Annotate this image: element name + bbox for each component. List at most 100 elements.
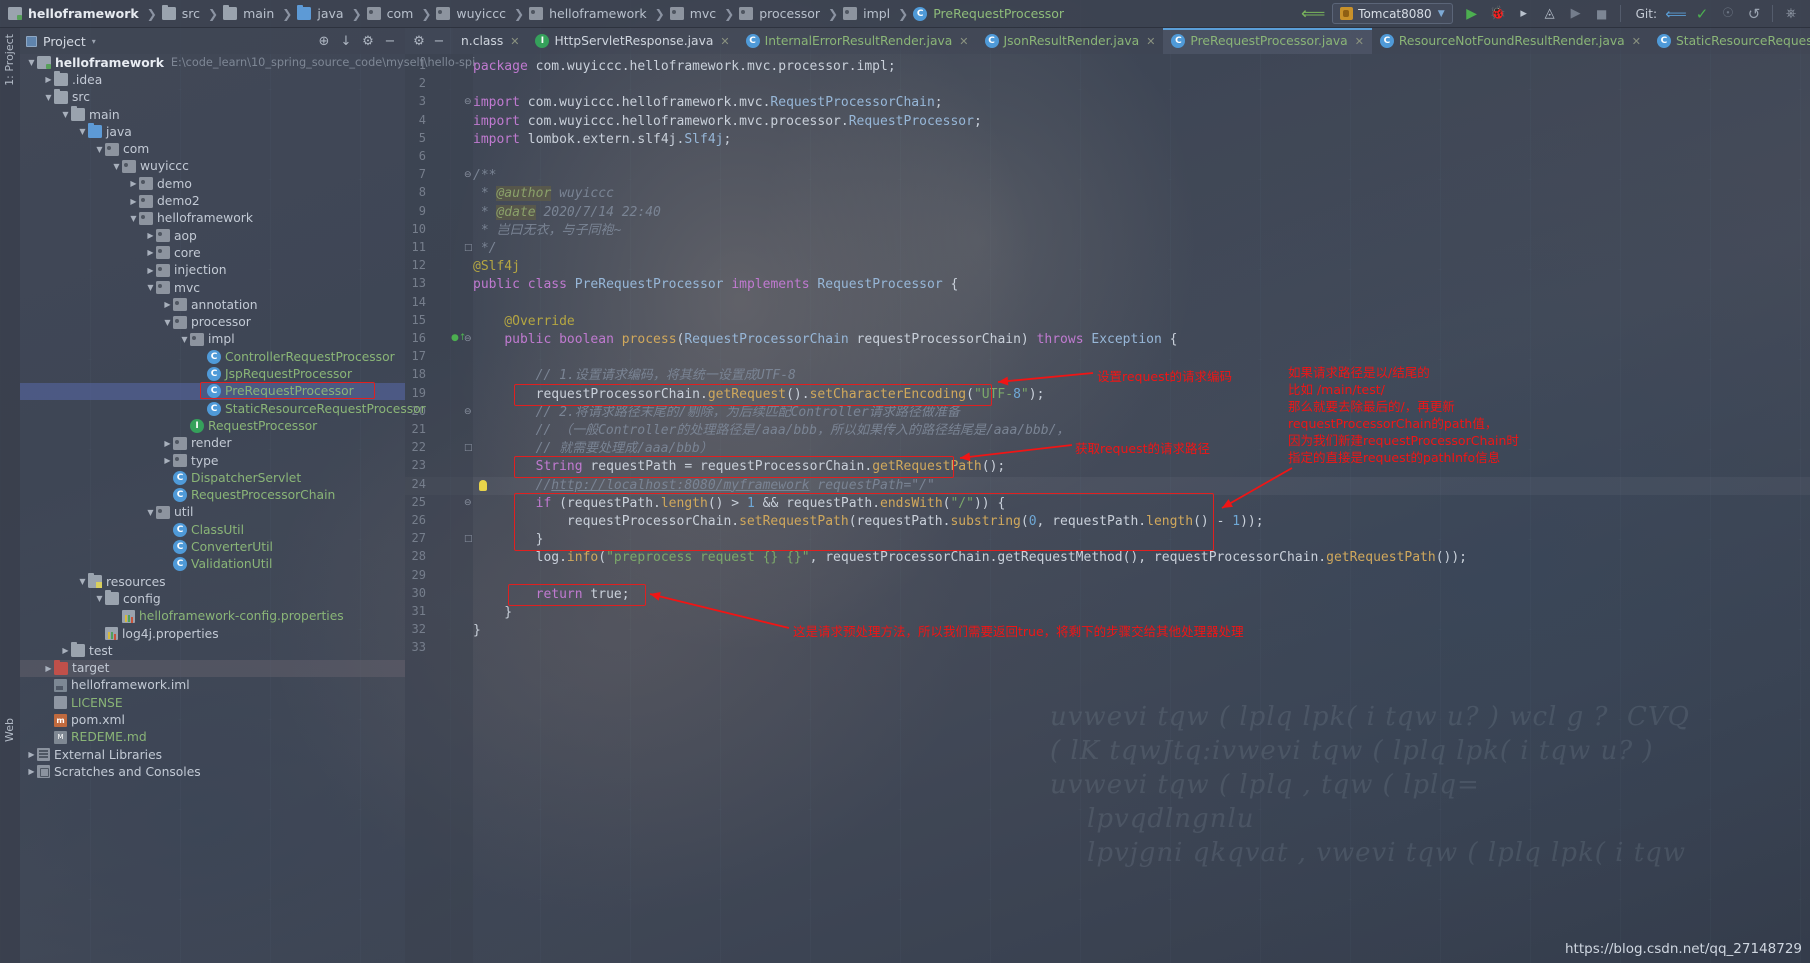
close-icon[interactable]: ✕ xyxy=(510,35,519,48)
chevron-down-icon[interactable]: ▼ xyxy=(145,508,156,517)
tree-item-processor[interactable]: ▼ processor xyxy=(20,314,405,331)
breadcrumb-item-helloframework[interactable]: helloframework xyxy=(527,0,652,28)
git-revert-icon[interactable]: ↺ xyxy=(1742,2,1766,26)
breadcrumb-item-src[interactable]: src xyxy=(160,0,205,28)
close-icon[interactable]: ✕ xyxy=(720,35,729,48)
tree-item-classutil[interactable]: ▶C ClassUtil xyxy=(20,521,405,538)
chevron-right-icon[interactable]: ▶ xyxy=(162,456,173,465)
tree-item-core[interactable]: ▶ core xyxy=(20,244,405,261)
breadcrumb-item-prerequestprocessor[interactable]: C PreRequestProcessor xyxy=(911,0,1069,28)
chevron-down-icon[interactable]: ▼ xyxy=(94,145,105,154)
tree-item-redeme-md[interactable]: ▶M REDEME.md xyxy=(20,729,405,746)
breadcrumb-item-com[interactable]: com xyxy=(365,0,419,28)
tree-item-helloframework[interactable]: ▼ helloframework E:\code_learn\10_spring_s… xyxy=(20,54,475,71)
tree-item-prerequestprocessor[interactable]: ▶C PreRequestProcessor xyxy=(20,382,405,400)
hide-panel-icon[interactable]: − xyxy=(379,30,401,52)
breadcrumb-item-java[interactable]: java xyxy=(295,0,348,28)
tree-item-com[interactable]: ▼ com xyxy=(20,141,405,158)
tree-item-log4j-properties[interactable]: ▶ log4j.properties xyxy=(20,625,405,642)
chevron-down-icon[interactable]: ▼ xyxy=(145,283,156,292)
tree-item-license[interactable]: ▶ LICENSE xyxy=(20,694,405,711)
tree-item-util[interactable]: ▼ util xyxy=(20,504,405,521)
editor-gutter[interactable]: 1 2 3 4 5 6 7 8 9 10 11 12 13 14 15 16 17 18 19 20 21 22 23 24 2… xyxy=(405,54,473,963)
tree-item-scratches-and-consoles[interactable]: ▶ Scratches and Consoles xyxy=(20,763,405,780)
back-arrow-icon[interactable]: ⟸ xyxy=(1301,2,1325,26)
chevron-down-icon[interactable]: ▼ xyxy=(179,335,190,344)
tree-item-type[interactable]: ▶ type xyxy=(20,452,405,469)
tree-item-helloframework[interactable]: ▼ helloframework xyxy=(20,210,405,227)
settings-gear-icon[interactable]: ⚙ xyxy=(357,30,379,52)
close-icon[interactable]: ✕ xyxy=(1355,35,1364,48)
tree-item-requestprocessor[interactable]: ▶I RequestProcessor xyxy=(20,417,405,434)
rail-item-web[interactable]: Web xyxy=(3,718,16,742)
editor-tab-jsonresultrender-java[interactable]: C JsonResultRender.java ✕ xyxy=(976,28,1164,54)
code-fold-marker[interactable]: ⊖ xyxy=(464,407,472,417)
tree-item-main[interactable]: ▼ main xyxy=(20,106,405,123)
tree-item-pom-xml[interactable]: ▶m pom.xml xyxy=(20,711,405,728)
chevron-right-icon[interactable]: ▶ xyxy=(26,767,37,776)
chevron-right-icon[interactable]: ▶ xyxy=(162,439,173,448)
breadcrumb-item-helloframework[interactable]: helloframework xyxy=(6,0,144,28)
profile-icon[interactable]: ◬ xyxy=(1538,2,1562,26)
chevron-down-icon[interactable]: ▼ xyxy=(128,214,139,223)
breadcrumb-item-mvc[interactable]: mvc xyxy=(668,0,721,28)
debug-icon[interactable]: 🐞 xyxy=(1486,2,1510,26)
tree-item--idea[interactable]: ▶ .idea xyxy=(20,71,405,88)
chevron-right-icon[interactable]: ▶ xyxy=(26,750,37,759)
editor-tab-httpservletresponse-java[interactable]: I HttpServletResponse.java ✕ xyxy=(527,28,738,54)
editor-tab-resourcenotfoundresultrender-java[interactable]: C ResourceNotFoundResultRender.java ✕ xyxy=(1371,28,1649,54)
editor-tab-n-class[interactable]: n.class ✕ xyxy=(453,28,528,54)
editor-tab-internalerrorresultrender-java[interactable]: C InternalErrorResultRender.java ✕ xyxy=(737,28,977,54)
tree-item-demo[interactable]: ▶ demo xyxy=(20,175,405,192)
git-branch-icon[interactable]: ⎈ xyxy=(1779,2,1803,26)
chevron-down-icon[interactable]: ▼ xyxy=(94,594,105,603)
collapse-all-icon[interactable]: ↓ xyxy=(335,30,357,52)
code-fold-marker[interactable]: ⊖ xyxy=(464,170,472,180)
chevron-right-icon[interactable]: ▶ xyxy=(43,664,54,673)
chevron-down-icon[interactable]: ▼ xyxy=(111,162,122,171)
breadcrumb-item-wuyiccc[interactable]: wuyiccc xyxy=(434,0,511,28)
locate-icon[interactable]: ⊕ xyxy=(313,30,335,52)
tree-item-wuyiccc[interactable]: ▼ wuyiccc xyxy=(20,158,405,175)
run-icon[interactable]: ▶ xyxy=(1460,2,1484,26)
code-fold-marker[interactable]: □ xyxy=(464,243,473,253)
chevron-right-icon[interactable]: ▶ xyxy=(128,197,139,206)
close-icon[interactable]: ✕ xyxy=(1632,35,1641,48)
tree-item-validationutil[interactable]: ▶C ValidationUtil xyxy=(20,556,405,573)
editor-tab-staticresourcerequestprocessor[interactable]: CStaticResourceRequestProcessor✕ xyxy=(1648,28,1810,54)
close-icon[interactable]: ✕ xyxy=(1146,35,1155,48)
run-configuration-selector[interactable]: Tomcat8080 ▼ xyxy=(1332,3,1453,24)
chevron-down-icon[interactable]: ▾ xyxy=(92,37,96,46)
rail-item-project[interactable]: 1: Project xyxy=(3,34,16,86)
breadcrumb-item-main[interactable]: main xyxy=(221,0,279,28)
chevron-down-icon[interactable]: ▼ xyxy=(26,58,37,67)
tree-item-src[interactable]: ▼ src xyxy=(20,88,405,106)
tree-item-impl[interactable]: ▼ impl xyxy=(20,331,405,348)
breadcrumb-item-processor[interactable]: processor xyxy=(737,0,825,28)
settings-gear-icon[interactable]: ⚙ xyxy=(409,31,429,51)
chevron-down-icon[interactable]: ▼ xyxy=(77,577,88,586)
git-commit-icon[interactable]: ✓ xyxy=(1690,2,1714,26)
editor-tab-prerequestprocessor-java[interactable]: C PreRequestProcessor.java ✕ xyxy=(1163,28,1372,54)
tree-item-aop[interactable]: ▶ aop xyxy=(20,227,405,244)
tree-item-test[interactable]: ▶ test xyxy=(20,642,405,659)
run-with-coverage-icon[interactable]: ▸ xyxy=(1512,2,1536,26)
code-fold-marker[interactable]: □ xyxy=(464,534,473,544)
hide-editor-icon[interactable]: − xyxy=(429,31,449,51)
code-editor[interactable]: 1 2 3 4 5 6 7 8 9 10 11 12 13 14 15 16 17 18 19 20 21 22 23 24 2… xyxy=(405,54,1810,963)
chevron-down-icon[interactable]: ▼ xyxy=(162,318,173,327)
code-fold-marker[interactable]: ⊖ xyxy=(464,498,472,508)
tree-item-demo2[interactable]: ▶ demo2 xyxy=(20,192,405,209)
tree-item-config[interactable]: ▼ config xyxy=(20,590,405,607)
chevron-down-icon[interactable]: ▼ xyxy=(77,127,88,136)
tree-item-external-libraries[interactable]: ▶ External Libraries xyxy=(20,746,405,763)
intention-bulb-icon[interactable] xyxy=(479,479,487,491)
chevron-right-icon[interactable]: ▶ xyxy=(128,179,139,188)
code-fold-marker[interactable]: ⊖ xyxy=(464,97,472,107)
tree-item-requestprocessorchain[interactable]: ▶C RequestProcessorChain xyxy=(20,487,405,504)
git-update-icon[interactable]: ⟸ xyxy=(1664,2,1688,26)
tree-item-jsprequestprocessor[interactable]: ▶C JspRequestProcessor xyxy=(20,365,405,382)
tree-item-staticresourcerequestprocessor[interactable]: ▶C StaticResourceRequestProcessor xyxy=(20,400,426,417)
chevron-right-icon[interactable]: ▶ xyxy=(162,300,173,309)
chevron-right-icon[interactable]: ▶ xyxy=(145,231,156,240)
